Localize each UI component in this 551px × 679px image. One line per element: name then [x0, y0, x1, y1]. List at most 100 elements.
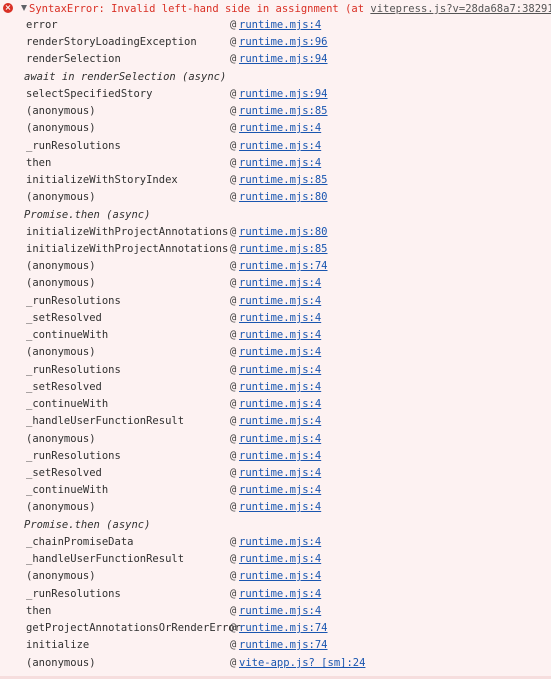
frame-source-link[interactable]: runtime.mjs:94	[239, 51, 328, 68]
stack-frame: _handleUserFunctionResult @ runtime.mjs:4	[26, 551, 551, 568]
frame-function-name: initializeWithProjectAnnotations	[26, 243, 229, 255]
error-message: SyntaxError: Invalid left-hand side in a…	[29, 3, 371, 15]
stack-frame: _chainPromiseData @ runtime.mjs:4	[26, 534, 551, 551]
frame-source-link[interactable]: runtime.mjs:94	[239, 86, 328, 103]
frame-at-symbol: @	[230, 622, 237, 634]
frame-function-name: initialize	[26, 639, 90, 651]
frame-source-link[interactable]: runtime.mjs:4	[239, 534, 321, 551]
frame-source-link[interactable]: runtime.mjs:4	[239, 17, 321, 34]
frame-source-link[interactable]: runtime.mjs:4	[239, 431, 321, 448]
expand-triangle-icon[interactable]	[21, 5, 27, 11]
stack-frame: _continueWith @ runtime.mjs:4	[26, 327, 551, 344]
frame-at-symbol: @	[230, 122, 237, 134]
frame-function-name: _continueWith	[26, 484, 109, 496]
frame-source-link[interactable]: runtime.mjs:4	[239, 448, 321, 465]
frame-at-symbol: @	[230, 36, 237, 48]
frame-source-link[interactable]: runtime.mjs:4	[239, 362, 321, 379]
frame-source-link[interactable]: runtime.mjs:4	[239, 465, 321, 482]
frame-source-link[interactable]: runtime.mjs:85	[239, 103, 328, 120]
frame-source-link[interactable]: runtime.mjs:4	[239, 568, 321, 585]
frame-source-link[interactable]: runtime.mjs:4	[239, 344, 321, 361]
error-source-link[interactable]: vitepress.js?v=28da68a7:38291:3	[370, 3, 551, 15]
frame-at-symbol: @	[230, 398, 237, 410]
frame-source-link[interactable]: runtime.mjs:4	[239, 603, 321, 620]
stack-frame: (anonymous) @ runtime.mjs:4	[26, 275, 551, 292]
frame-source-link[interactable]: runtime.mjs:4	[239, 138, 321, 155]
frame-source-link[interactable]: runtime.mjs:85	[239, 172, 328, 189]
frame-source-link[interactable]: runtime.mjs:4	[239, 293, 321, 310]
frame-at-symbol: @	[230, 501, 237, 513]
frame-function-name: _setResolved	[26, 467, 102, 479]
frame-at-symbol: @	[230, 639, 237, 651]
frame-function-name: (anonymous)	[26, 122, 96, 134]
frame-function-name: (anonymous)	[26, 191, 96, 203]
frame-source-link[interactable]: runtime.mjs:74	[239, 620, 328, 637]
frame-function-name: _continueWith	[26, 398, 109, 410]
frame-function-name: initializeWithProjectAnnotations	[26, 226, 229, 238]
frame-source-link[interactable]: runtime.mjs:4	[239, 120, 321, 137]
frame-at-symbol: @	[230, 536, 237, 548]
frame-source-link[interactable]: runtime.mjs:4	[239, 499, 321, 516]
stack-frame: _setResolved @ runtime.mjs:4	[26, 310, 551, 327]
stack-frame: (anonymous) @ runtime.mjs:4	[26, 120, 551, 137]
frame-function-name: (anonymous)	[26, 105, 96, 117]
frame-at-symbol: @	[230, 364, 237, 376]
frame-function-name: _runResolutions	[26, 364, 121, 376]
stack-frame: (anonymous) @ runtime.mjs:74	[26, 258, 551, 275]
frame-function-name: (anonymous)	[26, 501, 96, 513]
async-separator: Promise.then (async)	[24, 519, 151, 531]
frame-at-symbol: @	[230, 157, 237, 169]
stack-frame: _continueWith @ runtime.mjs:4	[26, 396, 551, 413]
frame-source-link[interactable]: runtime.mjs:74	[239, 637, 328, 654]
frame-source-link[interactable]: runtime.mjs:4	[239, 275, 321, 292]
frame-function-name: _setResolved	[26, 312, 102, 324]
frame-source-link[interactable]: runtime.mjs:4	[239, 155, 321, 172]
frame-function-name: then	[26, 157, 52, 169]
error-header[interactable]: × SyntaxError: Invalid left-hand side in…	[0, 0, 551, 18]
frame-function-name: _continueWith	[26, 329, 109, 341]
stack-frame: (anonymous) @ runtime.mjs:4	[26, 499, 551, 516]
stack-frame: initializeWithStoryIndex @ runtime.mjs:85	[26, 172, 551, 189]
frame-function-name: _setResolved	[26, 381, 102, 393]
frame-function-name: error	[26, 19, 58, 31]
frame-source-link[interactable]: runtime.mjs:4	[239, 310, 321, 327]
frame-function-name: (anonymous)	[26, 346, 96, 358]
frame-source-link[interactable]: runtime.mjs:4	[239, 396, 321, 413]
frame-source-link[interactable]: vite-app.js? [sm]:24	[239, 655, 365, 672]
frame-at-symbol: @	[230, 329, 237, 341]
frame-function-name: _runResolutions	[26, 450, 121, 462]
stack-frame: initializeWithProjectAnnotations @ runtime…	[26, 241, 551, 258]
stack-frame: selectSpecifiedStory @ runtime.mjs:94	[26, 86, 551, 103]
stack-frame: initializeWithProjectAnnotations @ runtime…	[26, 224, 551, 241]
frame-at-symbol: @	[230, 260, 237, 272]
frame-source-link[interactable]: runtime.mjs:4	[239, 482, 321, 499]
frame-function-name: _runResolutions	[26, 295, 121, 307]
stack-frame: _runResolutions @ runtime.mjs:4	[26, 362, 551, 379]
frame-at-symbol: @	[230, 657, 237, 669]
frame-source-link[interactable]: runtime.mjs:4	[239, 327, 321, 344]
frame-source-link[interactable]: runtime.mjs:74	[239, 258, 328, 275]
stack-frame: _setResolved @ runtime.mjs:4	[26, 379, 551, 396]
frame-function-name: then	[26, 605, 52, 617]
frame-source-link[interactable]: runtime.mjs:4	[239, 413, 321, 430]
error-message-line: SyntaxError: Invalid left-hand side in a…	[29, 3, 551, 15]
frame-function-name: (anonymous)	[26, 277, 96, 289]
frame-source-link[interactable]: runtime.mjs:85	[239, 241, 328, 258]
frame-source-link[interactable]: runtime.mjs:4	[239, 551, 321, 568]
stack-frame: (anonymous) @ vite-app.js? [sm]:24	[26, 655, 551, 672]
frame-at-symbol: @	[230, 433, 237, 445]
frame-at-symbol: @	[230, 570, 237, 582]
frame-source-link[interactable]: runtime.mjs:4	[239, 379, 321, 396]
frame-source-link[interactable]: runtime.mjs:80	[239, 189, 328, 206]
stack-frame: (anonymous) @ runtime.mjs:4	[26, 568, 551, 585]
frame-source-link[interactable]: runtime.mjs:80	[239, 224, 328, 241]
frame-source-link[interactable]: runtime.mjs:4	[239, 586, 321, 603]
frame-at-symbol: @	[230, 277, 237, 289]
frame-source-link[interactable]: runtime.mjs:96	[239, 34, 328, 51]
stack-frame: _runResolutions @ runtime.mjs:4	[26, 293, 551, 310]
error-icon: ×	[3, 3, 13, 13]
frame-at-symbol: @	[230, 450, 237, 462]
frame-at-symbol: @	[230, 467, 237, 479]
frame-at-symbol: @	[230, 605, 237, 617]
frame-at-symbol: @	[230, 381, 237, 393]
